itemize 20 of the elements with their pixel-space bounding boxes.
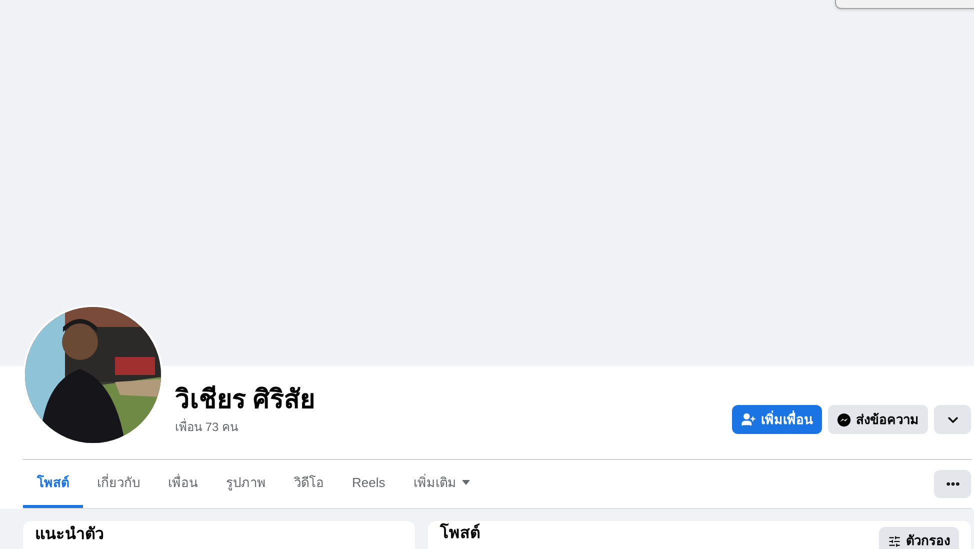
profile-tab[interactable]: เพื่อน: [154, 460, 212, 508]
profile-tab[interactable]: เกี่ยวกับ: [83, 460, 154, 508]
sliders-icon: [888, 534, 901, 548]
caret-icon: [462, 480, 470, 485]
profile-name: วิเชียร ศิริสัย: [175, 383, 316, 416]
profile-tab[interactable]: เพิ่มเติม: [399, 460, 484, 508]
message-button[interactable]: ส่งข้อความ: [828, 405, 928, 434]
person-plus-icon: [741, 412, 756, 427]
friend-count: เพื่อน 73 คน: [175, 418, 240, 436]
add-friend-button[interactable]: เพิ่มเพื่อน: [732, 405, 822, 434]
filter-button[interactable]: ตัวกรอง: [879, 527, 959, 549]
more-options-button[interactable]: [934, 405, 971, 434]
profile-tab[interactable]: รูปภาพ: [212, 460, 280, 508]
card-title: โพสต์: [440, 523, 480, 544]
more-button[interactable]: [934, 470, 971, 498]
card-title: แนะนำตัว: [35, 526, 104, 543]
profile-tab[interactable]: วิดีโอ: [280, 460, 338, 508]
messenger-icon: [837, 412, 851, 426]
profile-tab[interactable]: โพสต์: [23, 460, 83, 508]
profile-tab[interactable]: Reels: [338, 460, 400, 508]
